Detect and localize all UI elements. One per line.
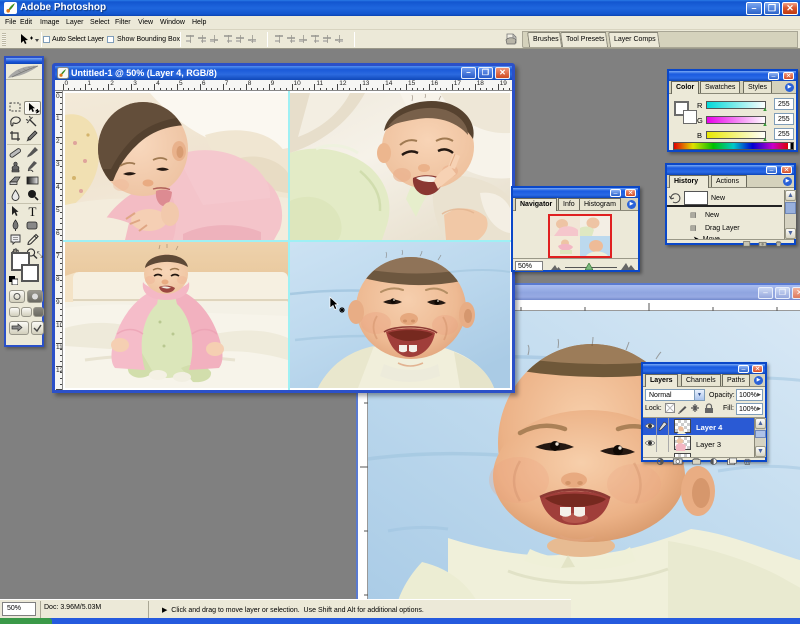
svg-text:T: T [29, 205, 37, 218]
